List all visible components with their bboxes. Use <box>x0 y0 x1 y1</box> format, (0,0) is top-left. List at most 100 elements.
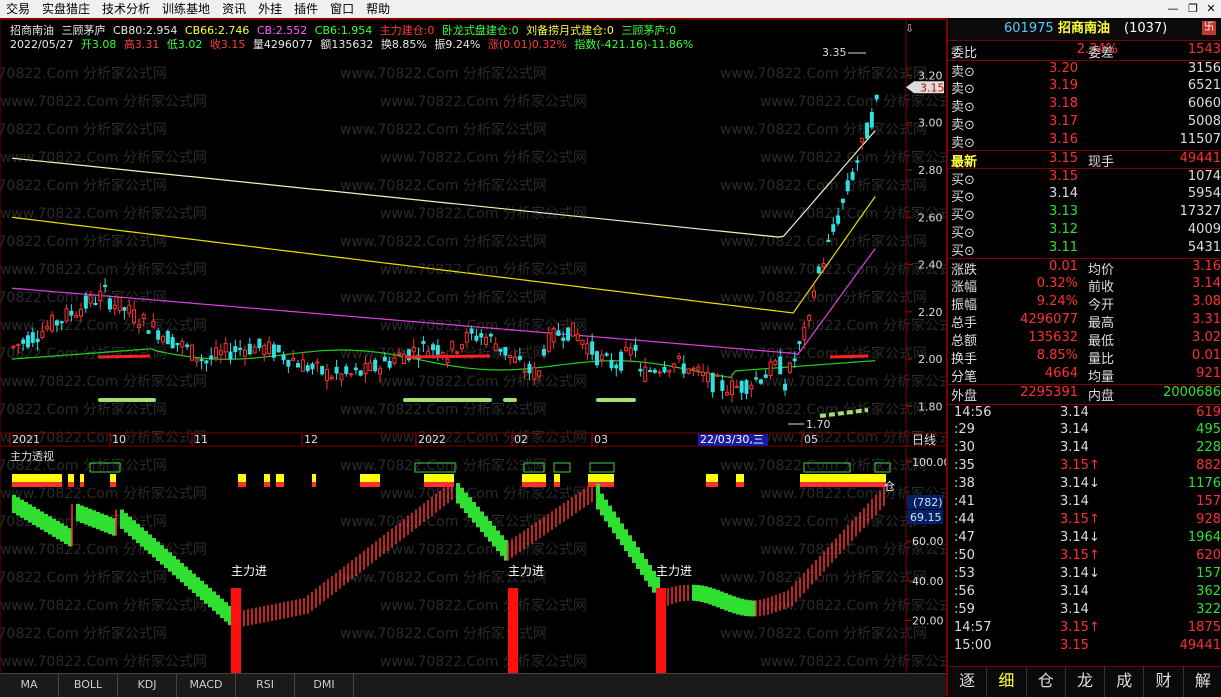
tab-kdj[interactable]: KDJ <box>118 674 177 697</box>
candle-body <box>580 339 585 345</box>
chart-svg[interactable]: www.70822.Com 分析家公式网 www.70822.Com 分析家公式网… <box>0 20 946 675</box>
detail-tab-6[interactable]: 解 <box>1184 667 1221 697</box>
buy-price: 3.15 <box>1049 169 1078 184</box>
stat-row[interactable]: 总手 4296077 最高 3.31 <box>948 312 1221 331</box>
tab-macd[interactable]: MACD <box>177 674 236 697</box>
sell-level-1[interactable]: 卖⊙ 3.16 11507 <box>948 132 1221 151</box>
disk-row[interactable]: 外盘 2295391 内盘 2000686 <box>948 384 1221 404</box>
buy-level-4[interactable]: 买⊙ 3.12 4009 <box>948 222 1221 241</box>
detail-tab-4[interactable]: 成 <box>1105 667 1145 697</box>
candle-body <box>628 347 633 356</box>
tick-volume: 362 <box>1196 584 1221 599</box>
candle-body <box>368 362 373 372</box>
watermark-text: www.70822.Com 分析家公式网 <box>380 429 587 446</box>
f10-icon[interactable]: 卐 <box>1202 21 1216 35</box>
tick-row[interactable]: :30 3.14 228 <box>948 440 1221 458</box>
sub-tick-label: 20.00 <box>912 614 944 627</box>
stat-row[interactable]: 涨跌 0.01 均价 3.16 <box>948 258 1221 278</box>
menu-item-3[interactable]: 训练基地 <box>156 0 216 18</box>
stat-row[interactable]: 振幅 9.24% 今开 3.08 <box>948 294 1221 313</box>
stat-row[interactable]: 分笔 4664 均量 921 <box>948 366 1221 385</box>
tick-price: 3.14↓ <box>1060 530 1100 545</box>
tick-row[interactable]: :59 3.14 322 <box>948 602 1221 620</box>
detail-tab-2[interactable]: 仓 <box>1027 667 1066 697</box>
xs-value: 49441 <box>1179 151 1221 166</box>
menu-item-8[interactable]: 帮助 <box>360 0 396 18</box>
kline-chart-panel[interactable]: 招商南油 三顾茅庐 CB80:2.954 CB66:2.746 CB:2.552… <box>0 20 946 675</box>
wave-bar <box>124 513 128 533</box>
tick-row[interactable]: :47 3.14↓ 1964 <box>948 530 1221 548</box>
buy-level-3[interactable]: 买⊙ 3.13 17327 <box>948 204 1221 223</box>
menu-item-5[interactable]: 外挂 <box>252 0 288 18</box>
menu-item-0[interactable]: 交易 <box>0 0 36 18</box>
tick-volume: 49441 <box>1179 638 1221 653</box>
tick-row[interactable]: :35 3.15↑ 882 <box>948 458 1221 476</box>
current-price-label: 3.15 <box>920 81 945 94</box>
tab-rsi[interactable]: RSI <box>236 674 295 697</box>
wave-bar <box>696 584 700 602</box>
sell-level-4[interactable]: 卖⊙ 3.19 6521 <box>948 78 1221 97</box>
detail-tab-5[interactable]: 财 <box>1144 667 1184 697</box>
zone-block <box>68 482 74 487</box>
sell-level-3[interactable]: 卖⊙ 3.18 6060 <box>948 96 1221 115</box>
close-icon[interactable]: ✕ <box>1204 2 1218 16</box>
watermark-text: www.70822.Com 分析家公式网 <box>720 177 927 194</box>
menu-item-6[interactable]: 插件 <box>288 0 324 18</box>
restore-icon[interactable]: ❐ <box>1186 2 1200 16</box>
buy-label: 买⊙ <box>951 208 975 223</box>
tab-ma[interactable]: MA <box>0 674 59 697</box>
tick-row[interactable]: :38 3.14↓ 1176 <box>948 476 1221 494</box>
detail-tabs: 逐细仓龙成财解 <box>948 666 1221 697</box>
candle-body <box>657 371 662 374</box>
detail-tab-3[interactable]: 龙 <box>1066 667 1106 697</box>
buy-level-2[interactable]: 买⊙ 3.14 5954 <box>948 186 1221 205</box>
menu-item-7[interactable]: 窗口 <box>324 0 360 18</box>
candle-body <box>652 369 657 373</box>
tick-time: :35 <box>954 458 975 473</box>
candle-body <box>807 315 812 321</box>
minimize-icon[interactable]: — <box>1166 2 1180 16</box>
tick-row[interactable]: :50 3.15↑ 620 <box>948 548 1221 566</box>
latest-row[interactable]: 最新 3.15 现手 49441 <box>948 150 1221 170</box>
tick-row[interactable]: :44 3.15↑ 928 <box>948 512 1221 530</box>
candle-body <box>836 215 841 224</box>
buy-level-5[interactable]: 买⊙ 3.11 5431 <box>948 240 1221 259</box>
wave-bar <box>156 541 160 561</box>
tick-row[interactable]: 14:56 3.14 619 <box>948 404 1221 423</box>
stat-row[interactable]: 涨幅 0.32% 前收 3.14 <box>948 276 1221 295</box>
watermark-text: www.70822.Com 分析家公式网 <box>0 597 207 614</box>
tick-row[interactable]: :29 3.14 495 <box>948 422 1221 440</box>
wave-bar <box>108 516 112 535</box>
detail-tab-0[interactable]: 逐 <box>948 667 988 697</box>
sell-level-5[interactable]: 卖⊙ 3.20 3156 <box>948 60 1221 80</box>
menu-item-4[interactable]: 资讯 <box>216 0 252 18</box>
detail-tab-1[interactable]: 细 <box>987 667 1027 697</box>
tick-row[interactable]: :56 3.14 362 <box>948 584 1221 602</box>
committee-row[interactable]: 委比 2.34% 委差 1543 <box>948 42 1221 61</box>
stat-label-2: 量比 <box>1088 352 1115 367</box>
tick-row[interactable]: :41 3.14 157 <box>948 494 1221 512</box>
stat-row[interactable]: 换手 8.85% 量比 0.01 <box>948 348 1221 367</box>
tick-row[interactable]: 14:57 3.15↑ 1875 <box>948 620 1221 638</box>
wave-bar <box>644 559 648 581</box>
main-force-bar <box>231 588 241 675</box>
sell-level-2[interactable]: 卖⊙ 3.17 5008 <box>948 114 1221 133</box>
candle-body <box>739 380 744 393</box>
menu-item-2[interactable]: 技术分析 <box>96 0 156 18</box>
candle-body <box>802 326 807 341</box>
candle-body <box>705 372 710 383</box>
zone-block <box>800 474 886 482</box>
stat-row[interactable]: 总额 135632 最低 3.02 <box>948 330 1221 349</box>
wave-bar <box>492 525 496 547</box>
candle-body <box>783 383 788 391</box>
tick-price: 3.15↑ <box>1060 512 1100 527</box>
tick-row[interactable]: :53 3.14↓ 157 <box>948 566 1221 584</box>
tick-row[interactable]: 15:00 3.15 49441 <box>948 638 1221 656</box>
stat-value: 9.24% <box>1036 294 1078 309</box>
tab-boll[interactable]: BOLL <box>59 674 118 697</box>
main-force-label: 主力进 <box>231 564 267 578</box>
candle-body <box>411 346 416 353</box>
buy-level-1[interactable]: 买⊙ 3.15 1074 <box>948 168 1221 188</box>
tab-dmi[interactable]: DMI <box>295 674 354 697</box>
menu-item-1[interactable]: 实盘猎庄 <box>36 0 96 18</box>
